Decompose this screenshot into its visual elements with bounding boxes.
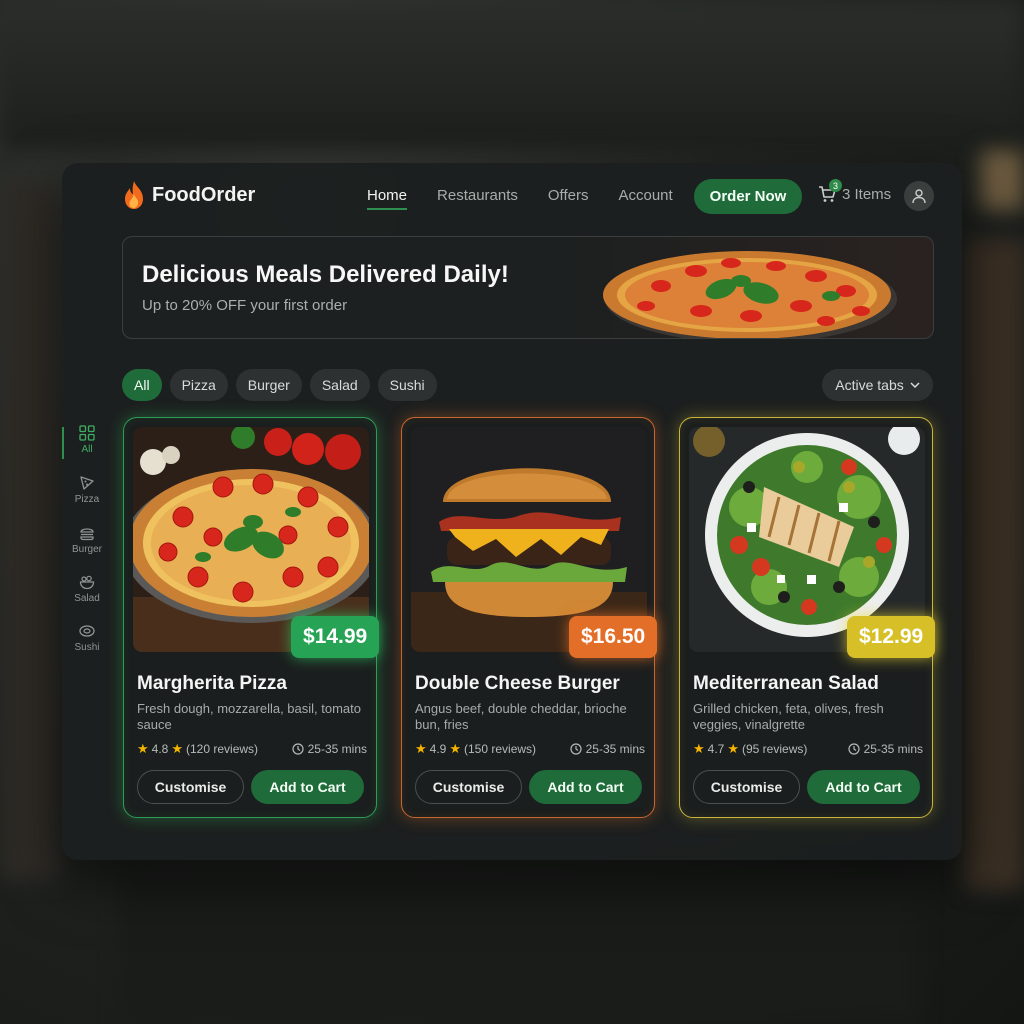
salad-icon	[79, 575, 95, 590]
hero-title: Delicious Meals Delivered Daily!	[142, 261, 509, 288]
price-tag: $14.99	[291, 616, 380, 658]
clock-icon	[848, 743, 860, 755]
burger-icon	[80, 528, 94, 541]
chevron-down-icon	[910, 382, 920, 388]
grid-icon	[79, 425, 95, 441]
price-tag: $12.99	[847, 616, 936, 658]
review-count: (150 reviews)	[464, 742, 537, 756]
time-label: 25-35 mins	[307, 742, 367, 756]
cart-count-badge: 3	[829, 179, 842, 192]
pizza-icon	[80, 476, 94, 490]
customise-button[interactable]: Customise	[415, 770, 522, 804]
review-count: (95 reviews)	[742, 742, 808, 756]
filter-chip-burger[interactable]: Burger	[235, 369, 302, 401]
delivery-time: 25-35 mins	[570, 742, 645, 756]
cart-label: 3 Items	[842, 185, 892, 203]
user-icon	[912, 189, 926, 204]
filter-chip-pizza[interactable]: Pizza	[169, 369, 228, 401]
background-blur	[965, 240, 1024, 890]
rail-item-salad[interactable]: Salad	[62, 574, 112, 604]
rail-label: All	[81, 444, 93, 455]
add-to-cart-button[interactable]: Add to Cart	[807, 770, 920, 804]
background-blur	[980, 150, 1024, 210]
flame-icon	[125, 181, 143, 209]
add-to-cart-button[interactable]: Add to Cart	[529, 770, 642, 804]
brand-logo[interactable]: FoodOrder	[122, 180, 255, 210]
rail-label: Salad	[74, 593, 100, 604]
star-icon: ★	[137, 741, 149, 756]
cart-button[interactable]: 3 3 Items	[818, 179, 892, 203]
card-title: Mediterranean Salad	[693, 673, 879, 694]
background-blur	[0, 180, 60, 880]
brand-name: FoodOrder	[152, 183, 256, 206]
cart-icon: 3	[818, 179, 842, 203]
time-label: 25-35 mins	[585, 742, 645, 756]
pizza-image	[603, 251, 897, 338]
card-description: Grilled chicken, feta, olives, fresh veg…	[693, 701, 884, 732]
card-description: Fresh dough, mozzarella, basil, tomato s…	[137, 701, 361, 732]
filter-chip-all[interactable]: All	[122, 369, 162, 401]
promo-banner[interactable]: Delicious Meals Delivered Daily! Up to 2…	[122, 236, 934, 339]
card-title: Margherita Pizza	[137, 673, 287, 694]
order-now-button[interactable]: Order Now	[694, 179, 802, 214]
price-tag: $16.50	[569, 616, 658, 658]
delivery-time: 25-35 mins	[292, 742, 367, 756]
customise-button[interactable]: Customise	[137, 770, 244, 804]
rail-label: Pizza	[74, 494, 100, 505]
category-filters: All Pizza Burger Salad Sushi	[122, 369, 437, 401]
sort-dropdown[interactable]: Active tabs	[822, 369, 933, 401]
rating-value: 4.7	[707, 742, 725, 756]
nav-restaurants[interactable]: Restaurants	[437, 187, 518, 204]
customise-button[interactable]: Customise	[693, 770, 800, 804]
card-meta: ★ 4.8 ★ (120 reviews) 25-35 mins	[137, 741, 367, 757]
rail-label: Sushi	[74, 642, 100, 653]
star-icon: ★	[727, 741, 739, 756]
sushi-icon	[79, 625, 95, 637]
rating-value: 4.9	[429, 742, 447, 756]
user-avatar[interactable]	[904, 181, 934, 211]
filter-chip-sushi[interactable]: Sushi	[377, 369, 437, 401]
star-icon: ★	[171, 741, 183, 756]
nav-offers[interactable]: Offers	[548, 187, 589, 204]
star-icon: ★	[693, 741, 705, 756]
clock-icon	[570, 743, 582, 755]
card-title: Double Cheese Burger	[415, 673, 620, 694]
star-icon: ★	[415, 741, 427, 756]
rating-value: 4.8	[151, 742, 169, 756]
hero-subtitle: Up to 20% OFF your first order	[142, 297, 348, 314]
nav-account[interactable]: Account	[618, 187, 672, 204]
rail-label: Burger	[71, 544, 102, 555]
clock-icon	[292, 743, 304, 755]
main-nav: Home Restaurants Offers Account	[367, 187, 673, 210]
nav-home[interactable]: Home	[367, 187, 408, 210]
menu-card-pizza[interactable]: $14.99 Margherita Pizza Fresh dough, moz…	[123, 417, 380, 818]
rail-item-sushi[interactable]: Sushi	[62, 623, 112, 653]
sort-label: Active tabs	[835, 377, 904, 393]
rail-item-pizza[interactable]: Pizza	[62, 475, 112, 505]
card-description: Angus beef, double cheddar, brioche bun,…	[415, 701, 627, 732]
filter-chip-salad[interactable]: Salad	[309, 369, 370, 401]
rail-item-all[interactable]: All	[62, 425, 112, 459]
app-window: FoodOrder Home Restaurants Offers Accoun…	[62, 163, 962, 860]
delivery-time: 25-35 mins	[848, 742, 923, 756]
card-meta: ★ 4.7 ★ (95 reviews) 25-35 mins	[693, 741, 923, 757]
rail-item-burger[interactable]: Burger	[62, 525, 112, 555]
star-icon: ★	[449, 741, 461, 756]
card-meta: ★ 4.9 ★ (150 reviews) 25-35 mins	[415, 741, 645, 757]
menu-card-salad[interactable]: $12.99 Mediterranean Salad Grilled chick…	[679, 417, 936, 818]
menu-card-burger[interactable]: $16.50 Double Cheese Burger Angus beef, …	[401, 417, 658, 818]
time-label: 25-35 mins	[863, 742, 923, 756]
background-blur	[120, 870, 920, 1024]
review-count: (120 reviews)	[186, 742, 259, 756]
add-to-cart-button[interactable]: Add to Cart	[251, 770, 364, 804]
background-blur	[0, 0, 1024, 150]
